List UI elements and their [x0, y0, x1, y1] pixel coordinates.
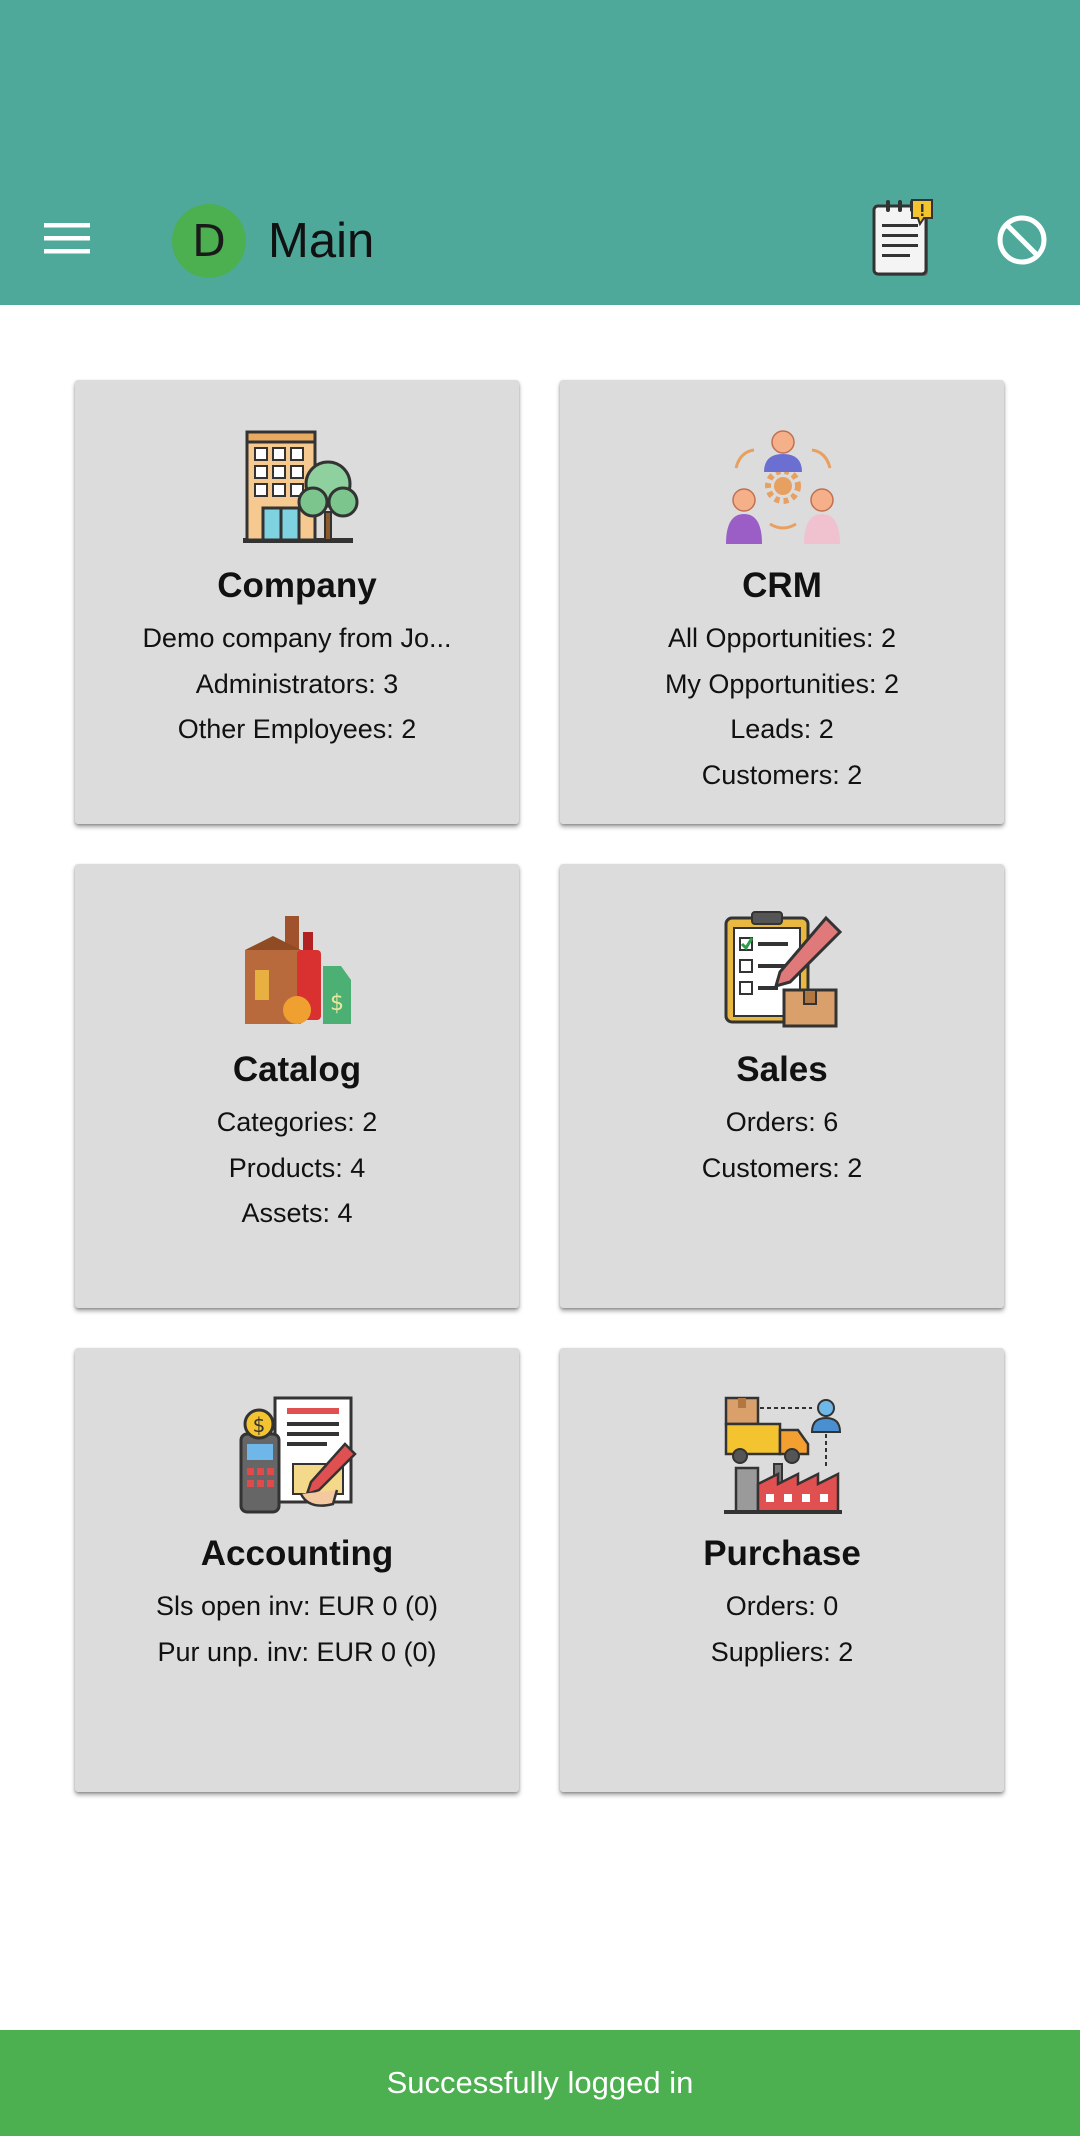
card-line: Assets: 4	[241, 1198, 353, 1228]
card-company[interactable]: Company Demo company from Jo... Administ…	[75, 380, 519, 824]
app-bar: D Main	[0, 0, 1080, 305]
card-line: Pur unp. inv: EUR 0 (0)	[157, 1636, 437, 1667]
catalog-products-icon: $	[245, 916, 351, 1024]
card-line: Suppliers: 2	[710, 1636, 854, 1667]
card-line: Orders: 6	[725, 1107, 839, 1137]
card-line: Leads: 2	[730, 714, 834, 744]
avatar-letter: D	[192, 215, 226, 267]
card-purchase[interactable]: Purchase Orders: 0 Suppliers: 2	[560, 1348, 1004, 1792]
card-catalog[interactable]: $ Catalog Categories: 2 Products: 4 Asse…	[75, 864, 519, 1308]
card-line: Orders: 0	[725, 1591, 839, 1621]
card-line: Demo company from Jo...	[142, 623, 452, 653]
card-line: My Opportunities: 2	[664, 668, 900, 699]
svg-text:$: $	[330, 991, 344, 1016]
card-line: Categories: 2	[216, 1107, 378, 1137]
notes-clipboard-icon	[872, 199, 933, 276]
card-line: Products: 4	[228, 1152, 366, 1183]
card-line: Customers: 2	[701, 759, 863, 790]
purchase-truck-icon	[724, 1396, 842, 1514]
page-title: Main	[268, 214, 375, 268]
card-sales[interactable]: Sales Orders: 6 Customers: 2	[560, 864, 1004, 1308]
card-line: Sls open inv: EUR 0 (0)	[155, 1591, 439, 1621]
notes-button[interactable]	[870, 198, 942, 280]
hamburger-menu-icon	[44, 223, 90, 254]
crm-people-icon	[726, 430, 840, 544]
accounting-invoice-icon: $	[239, 1396, 357, 1514]
card-line: Administrators: 3	[195, 668, 399, 699]
card-line: Customers: 2	[701, 1152, 863, 1183]
company-building-icon	[243, 430, 359, 543]
svg-text:$: $	[253, 1413, 266, 1437]
card-line: Other Employees: 2	[177, 714, 417, 744]
card-title: Catalog	[232, 1050, 362, 1089]
block-circle-icon	[997, 215, 1047, 265]
card-accounting[interactable]: $ Accounting Sls open inv: EUR 0 (0) Pur…	[75, 1348, 519, 1792]
card-title: CRM	[742, 566, 822, 605]
card-title: Accounting	[200, 1534, 394, 1573]
card-crm[interactable]: CRM All Opportunities: 2 My Opportunitie…	[560, 380, 1004, 824]
card-title: Company	[217, 566, 377, 605]
avatar[interactable]: D	[172, 204, 246, 278]
card-title: Sales	[736, 1050, 828, 1089]
card-line: All Opportunities: 2	[667, 623, 897, 653]
card-title: Purchase	[703, 1534, 861, 1573]
snackbar-message: Successfully logged in	[386, 2065, 694, 2100]
snackbar: Successfully logged in	[0, 2030, 1080, 2136]
menu-button[interactable]	[34, 212, 100, 264]
sales-clipboard-icon	[724, 911, 843, 1028]
logout-button[interactable]	[992, 210, 1052, 270]
